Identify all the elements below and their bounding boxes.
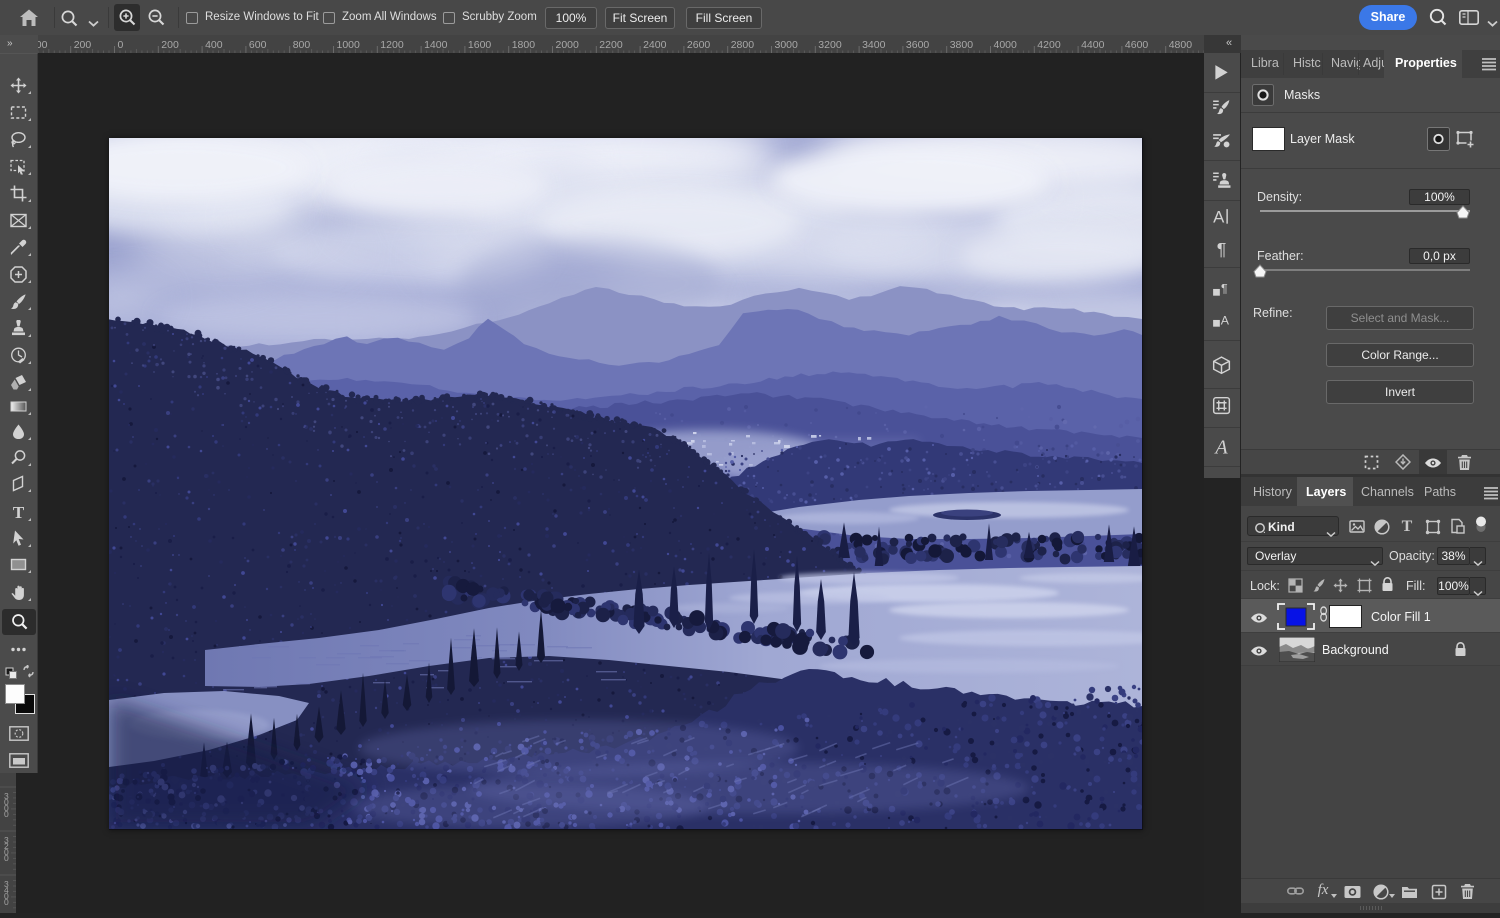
- svg-text:2400: 2400: [643, 39, 667, 51]
- svg-text:800: 800: [293, 39, 311, 51]
- svg-text:3200: 3200: [818, 39, 842, 51]
- svg-text:1200: 1200: [380, 39, 404, 51]
- svg-text:4400: 4400: [1081, 39, 1105, 51]
- svg-text:600: 600: [249, 39, 267, 51]
- svg-text:A: A: [1213, 208, 1225, 227]
- svg-text:4000: 4000: [994, 39, 1018, 51]
- svg-text:1400: 1400: [424, 39, 448, 51]
- svg-text:3400: 3400: [862, 39, 886, 51]
- svg-text:fx: fx: [1318, 882, 1329, 898]
- svg-text:¶: ¶: [1221, 281, 1228, 295]
- svg-text:T: T: [1402, 518, 1413, 535]
- svg-text:3800: 3800: [950, 39, 974, 51]
- svg-text:1600: 1600: [468, 39, 492, 51]
- svg-text:A: A: [1213, 438, 1228, 457]
- svg-text:T: T: [13, 504, 25, 521]
- svg-text:0: 0: [118, 39, 124, 51]
- svg-text:4600: 4600: [1125, 39, 1149, 51]
- svg-text:200: 200: [74, 39, 92, 51]
- svg-text:0: 0: [4, 853, 9, 863]
- svg-text:A: A: [1221, 313, 1230, 327]
- svg-text:4200: 4200: [1037, 39, 1061, 51]
- svg-text:0: 0: [4, 809, 9, 819]
- svg-text:1800: 1800: [512, 39, 536, 51]
- svg-text:2800: 2800: [731, 39, 755, 51]
- svg-text:2200: 2200: [599, 39, 623, 51]
- svg-text:2600: 2600: [687, 39, 711, 51]
- svg-text:3600: 3600: [906, 39, 930, 51]
- svg-text:2000: 2000: [556, 39, 580, 51]
- svg-text:1000: 1000: [337, 39, 361, 51]
- svg-text:400: 400: [205, 39, 223, 51]
- svg-text:400: 400: [38, 39, 48, 51]
- svg-text:¶: ¶: [1217, 240, 1227, 259]
- svg-text:3000: 3000: [775, 39, 799, 51]
- svg-text:200: 200: [161, 39, 179, 51]
- svg-text:4800: 4800: [1169, 39, 1193, 51]
- svg-text:0: 0: [4, 897, 9, 907]
